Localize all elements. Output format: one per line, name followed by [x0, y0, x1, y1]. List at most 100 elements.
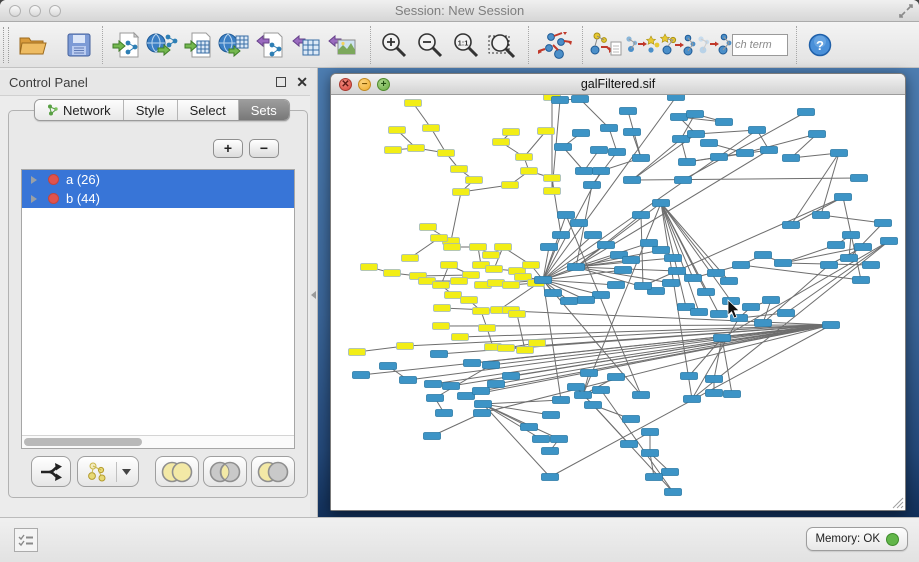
expand-caret-icon[interactable] — [31, 176, 37, 184]
graph-node-blue[interactable] — [561, 298, 578, 305]
graph-node-yellow[interactable] — [502, 182, 519, 189]
graph-edge[interactable] — [580, 99, 609, 128]
graph-node-blue[interactable] — [708, 270, 725, 277]
venn-difference-button[interactable] — [251, 456, 295, 487]
graph-edge[interactable] — [632, 178, 859, 180]
graph-node-blue[interactable] — [573, 130, 590, 137]
graph-edge[interactable] — [451, 192, 461, 241]
graph-node-blue[interactable] — [558, 212, 575, 219]
graph-node-blue[interactable] — [555, 144, 572, 151]
graph-node-blue[interactable] — [698, 289, 715, 296]
graph-edge[interactable] — [763, 265, 829, 323]
graph-node-blue[interactable] — [624, 177, 641, 184]
graph-node-blue[interactable] — [823, 322, 840, 329]
graph-node-blue[interactable] — [623, 416, 640, 423]
graph-node-yellow[interactable] — [503, 129, 520, 136]
apply-layout-icon[interactable] — [534, 25, 576, 65]
graph-node-blue[interactable] — [568, 384, 585, 391]
graph-node-blue[interactable] — [542, 448, 559, 455]
graph-node-blue[interactable] — [400, 377, 417, 384]
graph-node-yellow[interactable] — [441, 262, 458, 269]
graph-node-yellow[interactable] — [544, 175, 561, 182]
import-table-file-icon[interactable] — [180, 25, 216, 65]
graph-node-yellow[interactable] — [361, 264, 378, 271]
network-diff-faded-icon[interactable] — [696, 25, 732, 65]
resize-grip[interactable] — [891, 496, 904, 509]
graph-node-blue[interactable] — [593, 168, 610, 175]
graph-node-blue[interactable] — [545, 290, 562, 297]
graph-node-blue[interactable] — [425, 381, 442, 388]
help-icon[interactable]: ? — [802, 25, 838, 65]
graph-node-blue[interactable] — [642, 429, 659, 436]
graph-node-blue[interactable] — [535, 277, 552, 284]
tab-sets[interactable]: Sets — [239, 100, 289, 120]
export-table-icon[interactable] — [288, 25, 324, 65]
graph-node-blue[interactable] — [691, 309, 708, 316]
graph-node-blue[interactable] — [521, 424, 538, 431]
graph-node-yellow[interactable] — [523, 262, 540, 269]
graph-node-blue[interactable] — [755, 320, 772, 327]
graph-node-yellow[interactable] — [433, 282, 450, 289]
graph-edge[interactable] — [543, 130, 757, 280]
graph-node-yellow[interactable] — [402, 255, 419, 262]
close-panel-icon[interactable]: ✕ — [296, 74, 308, 91]
graph-node-yellow[interactable] — [486, 266, 503, 273]
graph-node-blue[interactable] — [711, 154, 728, 161]
expand-caret-icon[interactable] — [31, 195, 37, 203]
graph-edge[interactable] — [791, 197, 843, 225]
graph-node-blue[interactable] — [831, 150, 848, 157]
graph-node-blue[interactable] — [584, 182, 601, 189]
graph-node-blue[interactable] — [646, 474, 663, 481]
graph-node-yellow[interactable] — [423, 125, 440, 132]
graph-edge[interactable] — [849, 223, 883, 258]
zoom-in-icon[interactable] — [376, 25, 412, 65]
graph-edge[interactable] — [517, 314, 525, 350]
graph-node-yellow[interactable] — [389, 127, 406, 134]
graph-node-blue[interactable] — [737, 150, 754, 157]
graph-node-yellow[interactable] — [453, 189, 470, 196]
graph-node-yellow[interactable] — [483, 252, 500, 259]
graph-node-yellow[interactable] — [521, 168, 538, 175]
graph-node-blue[interactable] — [633, 392, 650, 399]
graph-node-yellow[interactable] — [433, 323, 450, 330]
graph-node-yellow[interactable] — [516, 154, 533, 161]
graph-node-yellow[interactable] — [509, 311, 526, 318]
graph-node-blue[interactable] — [775, 260, 792, 267]
graph-node-blue[interactable] — [701, 140, 718, 147]
graph-node-blue[interactable] — [733, 262, 750, 269]
remove-set-button[interactable]: − — [249, 139, 279, 158]
graph-node-blue[interactable] — [578, 297, 595, 304]
network-window[interactable]: ✕ − + galFiltered.sif — [330, 73, 906, 511]
graph-node-yellow[interactable] — [517, 347, 534, 354]
tab-select[interactable]: Select — [178, 100, 239, 120]
set-list-item[interactable]: b (44) — [22, 189, 294, 208]
window-titlebar[interactable]: Session: New Session — [0, 0, 919, 22]
graph-node-yellow[interactable] — [544, 188, 561, 195]
graph-node-blue[interactable] — [464, 360, 481, 367]
graph-node-blue[interactable] — [633, 212, 650, 219]
graph-node-yellow[interactable] — [420, 224, 437, 231]
graph-node-blue[interactable] — [593, 387, 610, 394]
network-diff-compare-icon[interactable] — [624, 25, 660, 65]
graph-edge[interactable] — [483, 404, 559, 439]
graph-node-blue[interactable] — [755, 252, 772, 259]
graph-node-yellow[interactable] — [385, 147, 402, 154]
graph-node-blue[interactable] — [684, 396, 701, 403]
graph-node-blue[interactable] — [488, 381, 505, 388]
graph-node-blue[interactable] — [541, 244, 558, 251]
graph-node-blue[interactable] — [380, 363, 397, 370]
graph-node-blue[interactable] — [706, 390, 723, 397]
graph-node-blue[interactable] — [721, 278, 738, 285]
graph-node-blue[interactable] — [642, 450, 659, 457]
save-session-icon[interactable] — [61, 25, 97, 65]
graph-node-blue[interactable] — [601, 125, 618, 132]
graph-node-blue[interactable] — [585, 232, 602, 239]
graph-node-blue[interactable] — [641, 240, 658, 247]
panel-splitter[interactable] — [310, 68, 318, 517]
import-table-web-icon[interactable] — [216, 25, 252, 65]
graph-node-blue[interactable] — [671, 114, 688, 121]
graph-node-blue[interactable] — [851, 175, 868, 182]
scrollbar-thumb[interactable] — [24, 438, 142, 446]
graph-node-blue[interactable] — [608, 282, 625, 289]
graph-node-blue[interactable] — [581, 370, 598, 377]
